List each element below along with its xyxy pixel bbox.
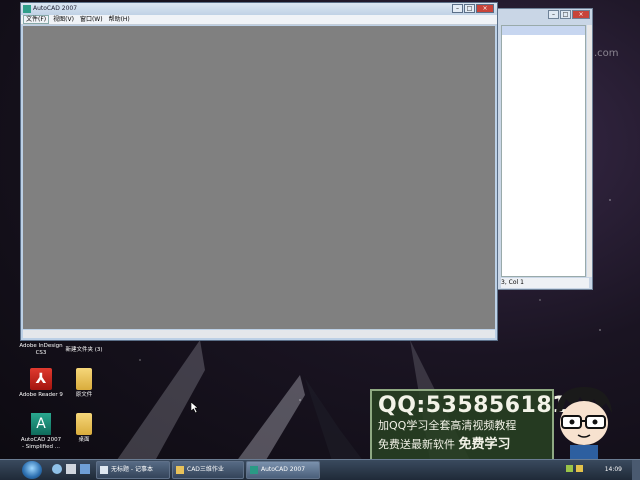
notepad-close-button[interactable]: × <box>572 10 590 19</box>
notepad-scrollbar[interactable] <box>587 25 592 277</box>
autocad-close-button[interactable]: × <box>476 4 494 13</box>
tray-network-icon[interactable] <box>566 465 573 472</box>
folder-icon <box>76 368 92 390</box>
autocad-window[interactable]: AutoCAD 2007 – □ × 文件(F) 视图(V) 窗口(W) 帮助(… <box>20 2 498 341</box>
autocad-titlebar[interactable]: AutoCAD 2007 – □ × <box>21 3 497 15</box>
cartoon-avatar-icon <box>556 387 612 461</box>
taskbar: 无标题 - 记事本 CAD三维作业 AutoCAD 2007 14:09 <box>0 459 640 480</box>
folder-icon <box>76 413 92 435</box>
desktop-icon-label: Adobe Reader 9 <box>19 392 63 398</box>
watermark-domain: .com <box>594 48 619 59</box>
notepad-minimize-button[interactable]: – <box>548 10 559 19</box>
notepad-icon <box>100 466 108 474</box>
promo-banner: QQ:535856181 加QQ学习全套高清视频教程 免费送最新软件 免费学习 <box>370 389 567 461</box>
start-button[interactable] <box>22 461 42 479</box>
desktop-icon-label: AutoCAD 2007 - Simplified ... <box>20 437 62 450</box>
desktop-icon-label: 原文件 <box>75 392 93 398</box>
notepad-text-area[interactable] <box>501 25 586 277</box>
banner-line-3: 免费送最新软件 免费学习 <box>378 438 511 452</box>
desktop-icon-adobe-reader[interactable]: ⅄ Adobe Reader 9 <box>19 368 63 399</box>
menu-help[interactable]: 帮助(H) <box>107 15 132 24</box>
desktop-icon-label: 桌面 <box>78 437 90 443</box>
autocad-workspace[interactable] <box>23 26 495 329</box>
notepad-titlebar[interactable]: – □ × <box>498 9 592 21</box>
notepad-selection-highlight <box>502 26 585 35</box>
autocad-icon <box>250 466 258 474</box>
desktop-icon-indesign[interactable]: Adobe InDesign CS3 <box>19 343 63 357</box>
autocad-window-title: AutoCAD 2007 <box>33 5 78 12</box>
clock[interactable]: 14:09 <box>605 462 622 478</box>
menu-window[interactable]: 窗口(W) <box>78 15 105 24</box>
quicklaunch-media-icon[interactable] <box>80 464 90 474</box>
tray-volume-icon[interactable] <box>576 465 583 472</box>
taskbar-task-label: CAD三维作业 <box>187 466 224 473</box>
notepad-statusbar: 3, Col 1 <box>501 278 589 288</box>
autocad-app-icon[interactable] <box>23 5 31 13</box>
menu-view[interactable]: 视图(V) <box>51 15 76 24</box>
banner-line-2: 加QQ学习全套高清视频教程 <box>378 419 517 432</box>
banner-qq-number: QQ:535856181 <box>378 393 568 418</box>
autocad-minimize-button[interactable]: – <box>452 4 463 13</box>
quicklaunch-ie-icon[interactable] <box>52 464 62 474</box>
autocad-icon: A <box>31 413 51 435</box>
menu-file[interactable]: 文件(F) <box>23 15 50 24</box>
notepad-window[interactable]: – □ × 3, Col 1 <box>497 8 593 290</box>
taskbar-task-label: 无标题 - 记事本 <box>111 466 153 473</box>
taskbar-task-autocad[interactable]: AutoCAD 2007 <box>246 461 320 479</box>
banner-line-3-emphasis: 免费学习 <box>458 437 511 452</box>
show-desktop-button[interactable] <box>632 460 640 480</box>
desktop-icon-label: 新建文件夹 (3) <box>65 347 103 353</box>
autocad-statusbar <box>23 330 495 338</box>
desktop-icon-desktop-folder[interactable]: 桌面 <box>62 413 106 444</box>
desktop-icon-source-folder[interactable]: 原文件 <box>62 368 106 399</box>
taskbar-task-label: AutoCAD 2007 <box>261 466 306 473</box>
quicklaunch-explorer-icon[interactable] <box>66 464 76 474</box>
folder-icon <box>176 466 184 474</box>
autocad-menubar: 文件(F) 视图(V) 窗口(W) 帮助(H) <box>21 15 497 25</box>
taskbar-task-cad-folder[interactable]: CAD三维作业 <box>172 461 244 479</box>
desktop-icon-new-folder[interactable]: 新建文件夹 (3) <box>62 338 106 354</box>
desktop-icon-autocad[interactable]: A AutoCAD 2007 - Simplified ... <box>19 413 63 451</box>
notepad-maximize-button[interactable]: □ <box>560 10 571 19</box>
notepad-status-position: 3, Col 1 <box>501 279 524 286</box>
banner-line-3-text: 免费送最新软件 <box>378 438 455 451</box>
taskbar-task-notepad[interactable]: 无标题 - 记事本 <box>96 461 170 479</box>
autocad-maximize-button[interactable]: □ <box>464 4 475 13</box>
mouse-cursor-icon <box>191 402 199 413</box>
pdf-icon: ⅄ <box>30 368 52 390</box>
desktop-icon-label: Adobe InDesign CS3 <box>19 343 63 356</box>
